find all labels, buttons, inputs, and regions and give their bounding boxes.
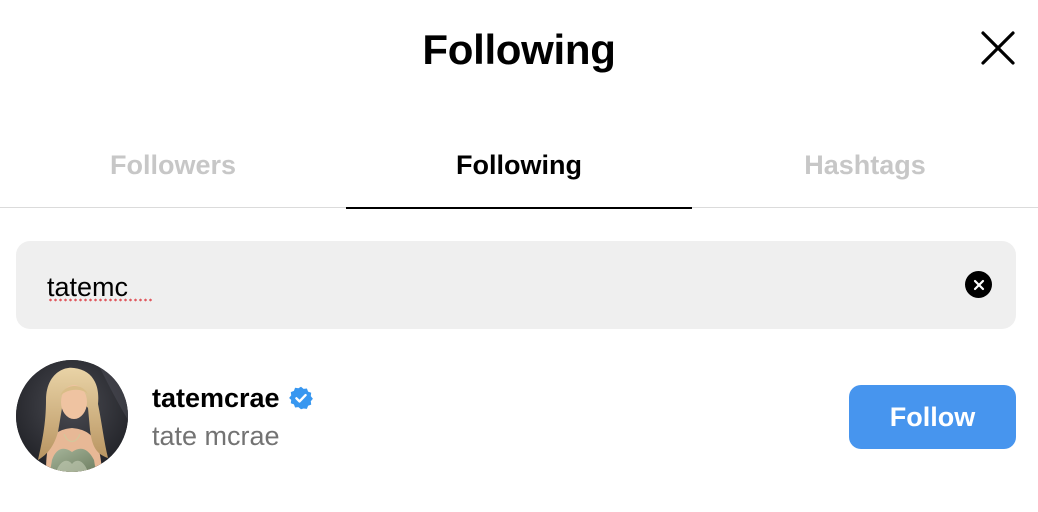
tab-bar: Followers Following Hashtags — [0, 124, 1038, 209]
list-item[interactable]: tatemcrae tate mcrae Follow — [16, 360, 1016, 474]
avatar[interactable] — [16, 360, 128, 472]
search-input[interactable] — [47, 265, 927, 309]
close-button[interactable] — [972, 22, 1024, 74]
tab-followers[interactable]: Followers — [0, 124, 346, 207]
dialog-header: Following — [0, 0, 1038, 104]
clear-circle-icon — [973, 279, 984, 290]
full-name: tate mcrae — [152, 421, 280, 451]
tab-following[interactable]: Following — [346, 124, 692, 209]
close-icon — [981, 31, 1015, 65]
avatar-image — [16, 360, 128, 472]
verified-badge-icon — [288, 386, 313, 410]
tab-hashtags[interactable]: Hashtags — [692, 124, 1038, 207]
follow-button[interactable]: Follow — [849, 385, 1016, 449]
tab-label: Hashtags — [804, 150, 926, 180]
active-tab-indicator — [346, 206, 692, 209]
search-box — [16, 241, 1016, 329]
following-dialog: Following Followers Following Hashtags t… — [0, 0, 1038, 512]
tab-label: Following — [456, 150, 582, 180]
username[interactable]: tatemcrae — [152, 383, 280, 414]
tab-label: Followers — [109, 150, 237, 180]
clear-search-button[interactable] — [965, 271, 992, 298]
username-line: tatemcrae — [152, 380, 313, 416]
dialog-title: Following — [422, 26, 616, 73]
spellcheck-underline — [48, 298, 154, 302]
